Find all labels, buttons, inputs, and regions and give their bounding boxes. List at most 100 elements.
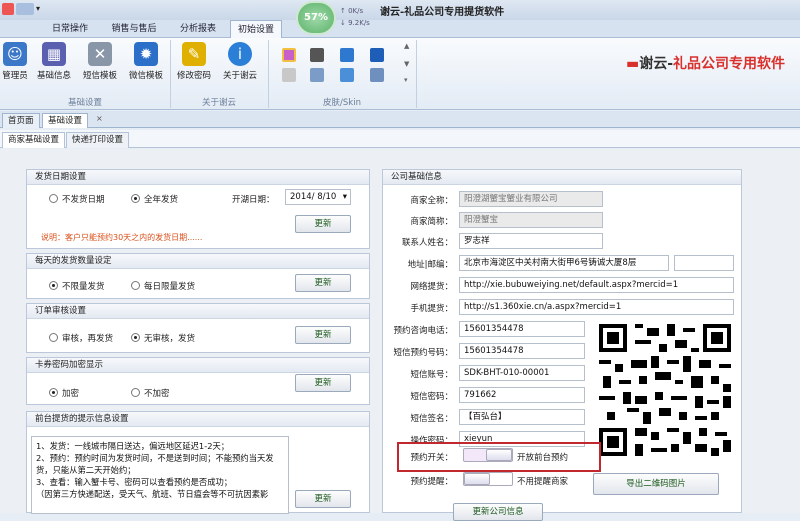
toggle-knob xyxy=(486,449,512,461)
network-gauge: 57% xyxy=(296,1,336,35)
skin-scroll-up-icon[interactable]: ▲ xyxy=(404,42,409,50)
about-icon: i xyxy=(228,42,252,66)
contact-name-field[interactable]: 罗志祥 xyxy=(459,233,603,249)
sms-template-button[interactable]: ✕ 短信模板 xyxy=(80,40,120,84)
group-label-basic: 基础设置 xyxy=(67,98,102,108)
skin-navy-icon[interactable] xyxy=(370,48,384,62)
quick-access-dropdown-icon[interactable]: ▾ xyxy=(36,4,40,13)
merchant-shortname-field[interactable]: 阳澄蟹宝 xyxy=(459,212,603,228)
skin-steel-icon[interactable] xyxy=(310,68,324,82)
sub-tabs: 商家基础设置 快递打印设置 xyxy=(0,130,800,148)
ribbon-tab-row: 日常操作 销售与售后 分析报表 初始设置 xyxy=(0,20,800,39)
open-date-label: 开湖日期： xyxy=(232,195,275,205)
radio-review-then-ship-label: 审核，再发货 xyxy=(62,334,114,344)
daily-limit-title: 每天的发货数量设定 xyxy=(27,254,369,269)
front-tips-update-button[interactable]: 更新 xyxy=(295,490,351,508)
base-info-button[interactable]: ▦ 基础信息 xyxy=(34,40,74,84)
date-dropdown-icon[interactable]: ▾ xyxy=(343,190,347,204)
window-title: 谢云-礼品公司专用提货软件 xyxy=(380,7,505,18)
skin-dark-icon[interactable] xyxy=(310,48,324,62)
sms-password-field[interactable]: 791662 xyxy=(459,387,585,403)
front-tips-textarea[interactable]: 1、发货：一线城市隔日送达，偏远地区延迟1-2天； 2、预约：预约时间为发货时间… xyxy=(31,436,289,514)
radio-daily-limit[interactable] xyxy=(131,281,140,290)
update-company-button[interactable]: 更新公司信息 xyxy=(453,503,543,521)
change-password-button[interactable]: ✎ 修改密码 xyxy=(174,40,214,84)
download-speed-value: 9.2K/s xyxy=(348,19,370,27)
open-date-picker[interactable]: 2014/ 8/10 ▾ xyxy=(285,189,351,205)
admin-button[interactable]: ☺ 管理员 xyxy=(0,40,30,84)
consult-phone-label: 预约咨询电话： xyxy=(393,326,453,336)
address-field[interactable]: 北京市海淀区中关村南大街甲6号铸诚大厦8层 xyxy=(459,255,669,271)
postcode-field[interactable] xyxy=(674,255,734,271)
card-encrypt-panel: 卡券密码加密显示 加密 不加密 更新 xyxy=(26,357,370,405)
mobile-pickup-label: 手机提货： xyxy=(410,304,453,314)
skin-purple-icon[interactable] xyxy=(282,48,296,62)
skin-slate-icon[interactable] xyxy=(370,68,384,82)
radio-daily-limit-label: 每日限量发货 xyxy=(144,282,196,292)
download-speed: ↓ 9.2K/s xyxy=(340,19,370,27)
app-icon[interactable] xyxy=(2,3,14,15)
brand-prefix: 谢云- xyxy=(639,56,674,72)
radio-unlimited[interactable] xyxy=(49,281,58,290)
order-review-title: 订单审核设置 xyxy=(27,304,369,319)
company-title: 公司基础信息 xyxy=(383,170,741,185)
card-encrypt-update-button[interactable]: 更新 xyxy=(295,374,351,392)
brand-logo: ▬谢云-礼品公司专用软件 xyxy=(626,56,786,72)
doc-tab-base-settings[interactable]: 基础设置 xyxy=(42,113,89,128)
radio-no-review[interactable] xyxy=(131,333,140,342)
radio-encrypt[interactable] xyxy=(49,388,58,397)
consult-phone-field[interactable]: 15601354478 xyxy=(459,321,585,337)
wechat-template-button[interactable]: ✹ 微信模板 xyxy=(126,40,166,84)
title-bar: ▾ 谢云-礼品公司专用提货软件 xyxy=(0,0,800,20)
sub-tab-express-print[interactable]: 快递打印设置 xyxy=(66,132,130,148)
ship-date-panel: 发货日期设置 不发货日期 全年发货 开湖日期： 2014/ 8/10 ▾ 更新 说… xyxy=(26,169,370,249)
quick-access-icon[interactable] xyxy=(16,3,34,15)
radio-review-then-ship[interactable] xyxy=(49,333,58,342)
skin-blue-icon[interactable] xyxy=(340,48,354,62)
close-tab-icon[interactable]: × xyxy=(96,114,103,123)
wechat-template-icon: ✹ xyxy=(134,42,158,66)
change-password-icon: ✎ xyxy=(182,42,206,66)
tab-daily-ops[interactable]: 日常操作 xyxy=(42,20,98,38)
radio-all-year[interactable] xyxy=(131,194,140,203)
skin-sky-icon[interactable] xyxy=(340,68,354,82)
about-label: 关于谢云 xyxy=(222,71,257,81)
upload-speed-value: 0K/s xyxy=(348,7,364,15)
radio-no-ship-date[interactable] xyxy=(49,194,58,203)
skin-silver-icon[interactable] xyxy=(282,68,296,82)
radio-encrypt-label: 加密 xyxy=(62,389,80,399)
merchant-fullname-label: 商家全称： xyxy=(410,196,453,206)
tip-line: （因第三方快递配送，受天气、航班、节日瘟会等不可抗因素影 xyxy=(36,489,269,499)
skin-expand-icon[interactable]: ▾ xyxy=(404,76,408,84)
ship-date-update-button[interactable]: 更新 xyxy=(295,215,351,233)
front-tips-title: 前台提货的提示信息设置 xyxy=(27,412,369,427)
booking-reminder-toggle[interactable] xyxy=(463,472,513,486)
order-review-update-button[interactable]: 更新 xyxy=(295,326,351,344)
radio-no-encrypt[interactable] xyxy=(131,388,140,397)
group-label-about: 关于谢云 xyxy=(201,98,236,108)
doc-tab-home[interactable]: 首页面 xyxy=(2,113,40,128)
company-panel: 公司基础信息 商家全称： 阳澄湖蟹宝蟹业有限公司 商家简称： 阳澄蟹宝 联系人姓… xyxy=(382,169,742,521)
sms-booking-number-label: 短信预约号码： xyxy=(393,348,453,358)
tab-initial-settings[interactable]: 初始设置 xyxy=(230,20,282,39)
ship-date-title: 发货日期设置 xyxy=(27,170,369,185)
booking-switch-toggle[interactable] xyxy=(463,448,513,462)
web-pickup-field[interactable]: http://xie.bubuweiying.net/default.aspx?… xyxy=(459,277,734,293)
mobile-pickup-field[interactable]: http://s1.360xie.cn/a.aspx?mercid=1 xyxy=(459,299,734,315)
sms-signature-label: 短信签名： xyxy=(410,414,453,424)
tab-reports[interactable]: 分析报表 xyxy=(172,20,224,38)
tab-sales[interactable]: 销售与售后 xyxy=(104,20,164,38)
base-info-icon: ▦ xyxy=(42,42,66,66)
sms-booking-number-field[interactable]: 15601354478 xyxy=(459,343,585,359)
radio-no-encrypt-label: 不加密 xyxy=(144,389,170,399)
daily-limit-update-button[interactable]: 更新 xyxy=(295,274,351,292)
document-tabs: 首页面 基础设置 × xyxy=(0,111,800,128)
sms-signature-field[interactable]: 【百弘台】 xyxy=(459,409,585,425)
skin-scroll-down-icon[interactable]: ▼ xyxy=(404,60,409,68)
radio-no-ship-date-label: 不发货日期 xyxy=(62,195,105,205)
sub-tab-merchant[interactable]: 商家基础设置 xyxy=(2,132,66,148)
export-qr-button[interactable]: 导出二维码图片 xyxy=(593,473,719,495)
about-button[interactable]: i 关于谢云 xyxy=(220,40,260,84)
merchant-fullname-field[interactable]: 阳澄湖蟹宝蟹业有限公司 xyxy=(459,191,603,207)
sms-account-field[interactable]: SDK-BHT-010-00001 xyxy=(459,365,585,381)
